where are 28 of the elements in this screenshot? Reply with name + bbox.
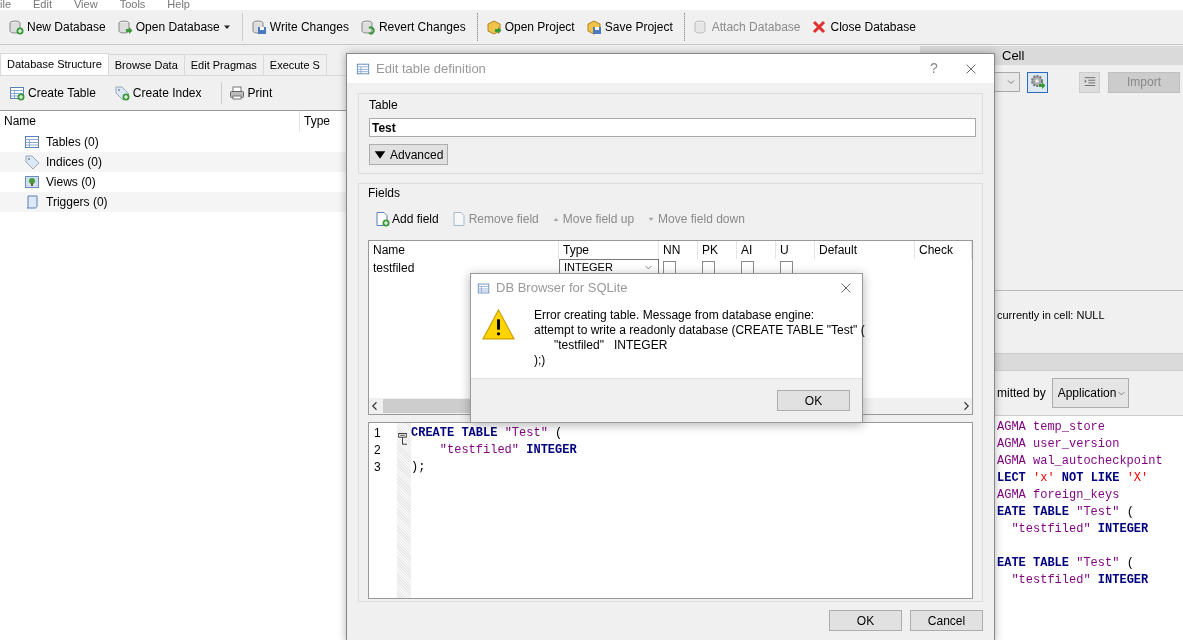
line-number: 1 xyxy=(374,425,382,441)
code-line: "testfiled" INTEGER xyxy=(438,442,577,458)
code-line: ); xyxy=(411,459,427,475)
dialog-title: Edit table definition xyxy=(376,59,487,78)
code-line: EATE TABLE "Test" ( xyxy=(997,555,1135,572)
tree-item-label: Tables (0) xyxy=(46,134,99,151)
line-number: 2 xyxy=(374,442,382,458)
line-number: 3 xyxy=(374,459,382,475)
message-box-title: DB Browser for SQLite xyxy=(496,279,628,298)
code-line: CREATE TABLE "Test" ( xyxy=(411,425,564,441)
table-cell: testfiled xyxy=(373,261,415,275)
tree-item-label: Indices (0) xyxy=(46,154,103,171)
code-line: "testfiled" INTEGER xyxy=(1010,521,1150,538)
cell-status-text: currently in cell: NULL xyxy=(997,309,1105,321)
code-line: AGMA wal_autocheckpoint xyxy=(997,453,1164,470)
code-line: EATE TABLE "Test" ( xyxy=(997,504,1135,521)
code-line: "testfiled" INTEGER xyxy=(1010,572,1150,589)
dock-title: Cell xyxy=(1002,46,1025,65)
code-line: AGMA foreign_keys xyxy=(997,487,1121,504)
group-label: Table xyxy=(369,97,399,114)
error-message: Error creating table. Message from database engine: attempt to write a readonly database (CREATE TABLE "Test" ( "testfiled" INTEGER );) xyxy=(534,308,865,369)
tree-item-label: Triggers (0) xyxy=(46,194,108,211)
code-line: AGMA temp_store xyxy=(997,419,1107,436)
group-label: Fields xyxy=(368,186,401,202)
submitted-by-label: mitted by xyxy=(997,385,1046,402)
code-line: LECT 'x' NOT LIKE 'X' xyxy=(997,470,1150,487)
code-line: AGMA user_version xyxy=(997,436,1121,453)
tree-item-label: Views (0) xyxy=(46,174,96,191)
